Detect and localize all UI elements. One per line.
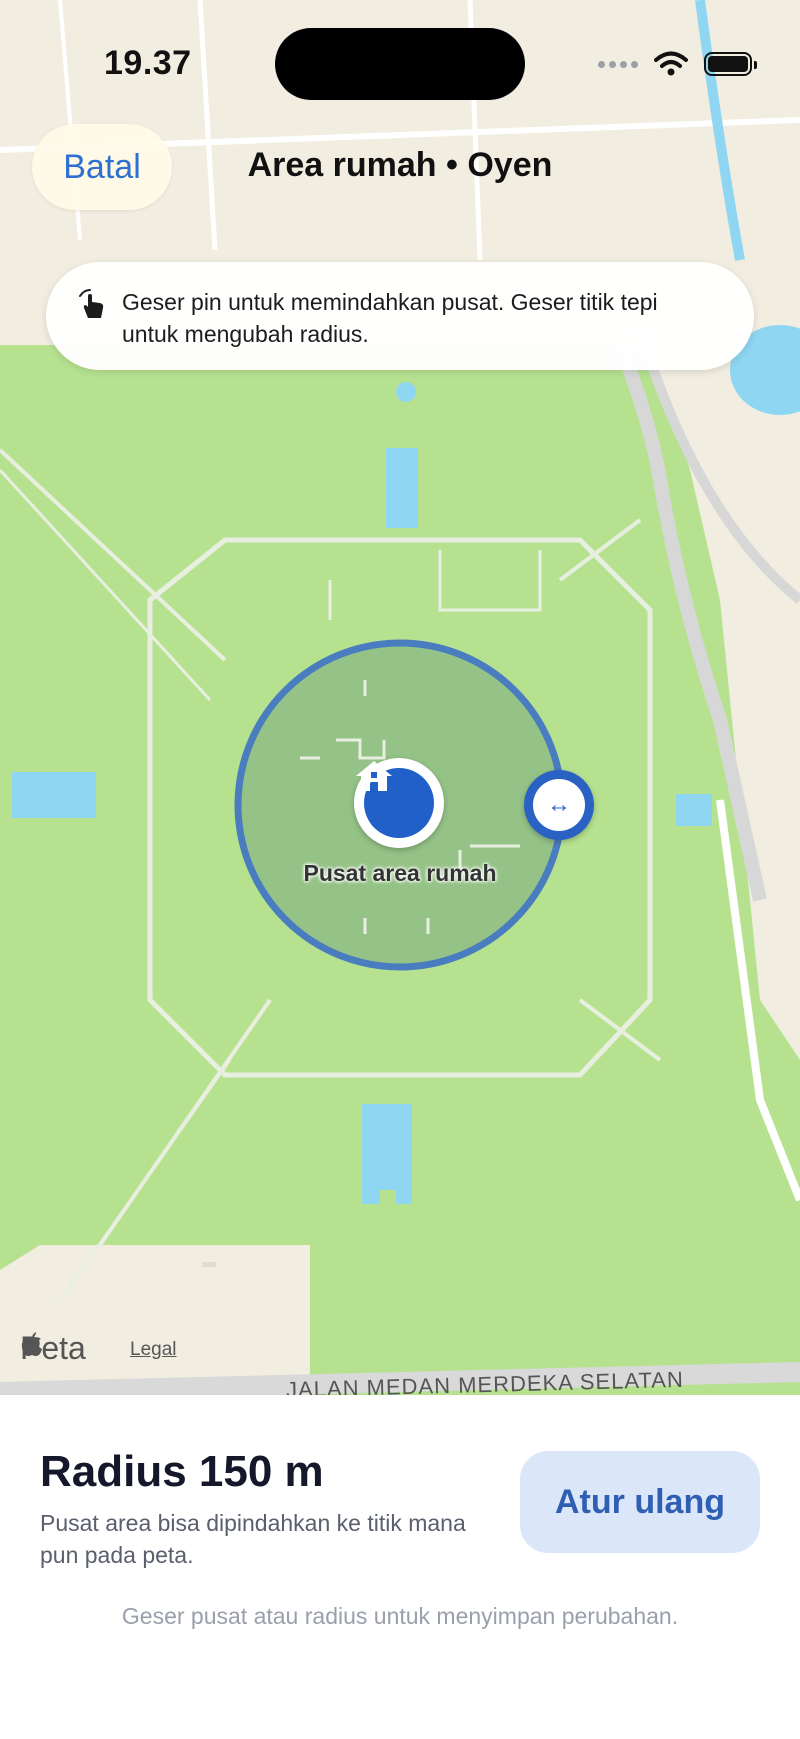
- page-title: Area rumah • Oyen: [247, 146, 553, 184]
- dynamic-island: [275, 28, 525, 100]
- resize-arrows-icon: ↔: [533, 779, 585, 831]
- radius-value: Radius 150 m: [40, 1447, 324, 1496]
- status-time: 19.37: [104, 44, 192, 82]
- hand-drag-icon: [79, 289, 104, 318]
- radius-description: Pusat area bisa dipindahkan ke titik man…: [40, 1510, 466, 1568]
- save-footnote: Geser pusat atau radius untuk menyimpan …: [121, 1603, 679, 1629]
- bottom-sheet: Radius 150 m Pusat area bisa dipindahkan…: [0, 1395, 800, 1739]
- status-icons: [598, 46, 757, 82]
- home-center-pin[interactable]: [354, 758, 444, 848]
- hint-text: Geser pin untuk memindahkan pusat. Geser…: [122, 289, 658, 347]
- house-icon: [356, 761, 392, 791]
- wifi-icon: [654, 51, 688, 76]
- radius-handle[interactable]: ↔: [524, 770, 594, 840]
- apple-maps-attribution: Peta: [20, 1330, 86, 1367]
- center-pin-label: Pusat area rumah: [303, 860, 497, 886]
- reset-button[interactable]: Atur ulang: [520, 1451, 760, 1553]
- cellular-signal-icon: [598, 60, 638, 68]
- legal-link[interactable]: Legal: [130, 1339, 177, 1361]
- battery-icon: [704, 52, 757, 76]
- home-center-pin-inner: [356, 761, 434, 838]
- hint-banner: Geser pin untuk memindahkan pusat. Geser…: [46, 262, 754, 370]
- apple-logo-icon: [21, 1332, 42, 1356]
